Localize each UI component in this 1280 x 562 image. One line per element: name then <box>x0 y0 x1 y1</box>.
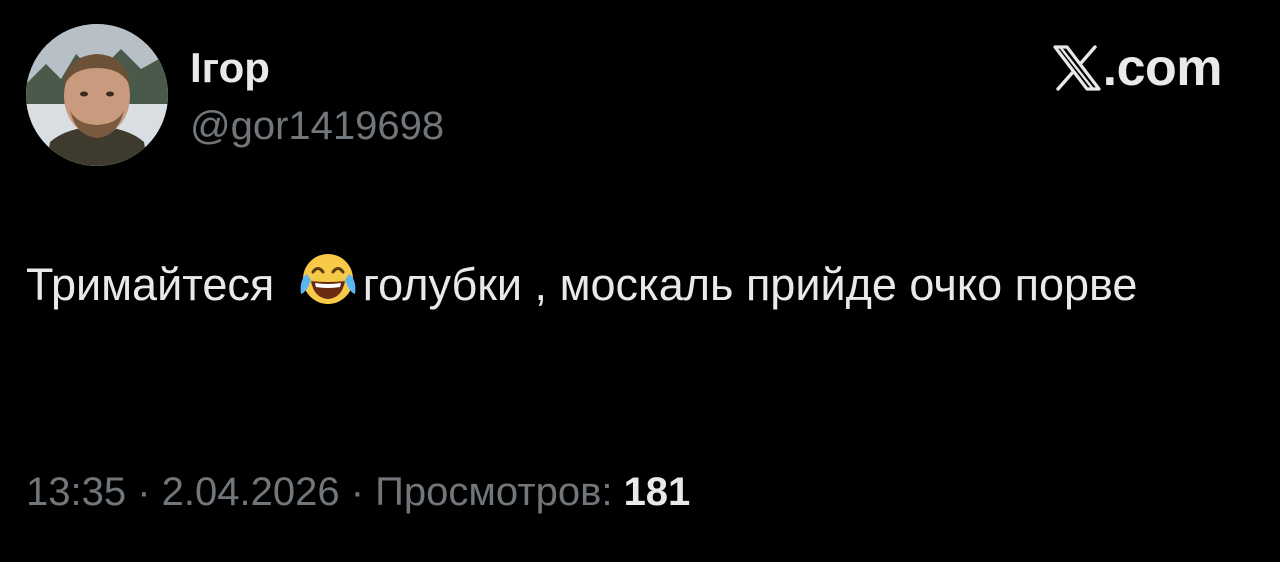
tweet-date[interactable]: 2.04.2026 <box>162 470 340 514</box>
tweet-card: Ігор @gor1419698 .com Тримайтеся голубки… <box>0 0 1280 562</box>
tweet-text: Тримайтеся голубки , москаль прийде очко… <box>26 250 1246 317</box>
x-logo-icon <box>1053 45 1101 91</box>
display-name[interactable]: Ігор <box>190 44 270 92</box>
meta-separator: · <box>339 470 376 514</box>
face-with-tears-of-joy-icon <box>300 254 356 304</box>
user-handle[interactable]: @gor1419698 <box>190 102 444 150</box>
views-label: Просмотров: <box>375 470 624 514</box>
views-count: 181 <box>623 470 691 514</box>
tweet-text-part1: Тримайтеся <box>26 259 287 310</box>
tweet-meta: 13:35 · 2.04.2026 · Просмотров: 181 <box>26 466 690 518</box>
avatar-photo <box>26 24 168 166</box>
brand-watermark: .com <box>1053 39 1223 97</box>
tweet-text-part2: голубки , москаль прийде очко порве <box>362 259 1138 310</box>
avatar[interactable] <box>26 24 168 166</box>
tweet-time[interactable]: 13:35 <box>26 470 126 514</box>
brand-domain: .com <box>1102 39 1223 97</box>
meta-separator: · <box>126 470 162 514</box>
